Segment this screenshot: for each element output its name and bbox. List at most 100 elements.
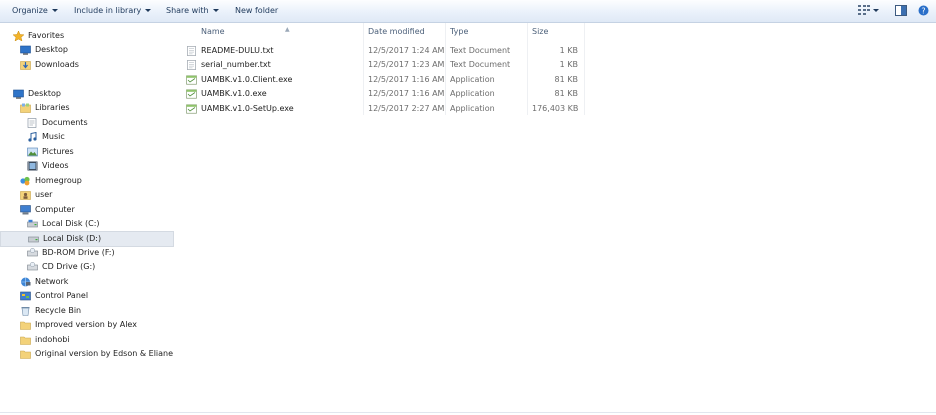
- nav-item-local-disk-d[interactable]: Local Disk (D:): [0, 231, 174, 247]
- file-row[interactable]: UAMBK.v1.0.exe 12/5/2017 1:16 AM Applicati…: [180, 87, 586, 101]
- network-icon: [21, 277, 31, 287]
- file-size-cell: 81 KB: [554, 75, 578, 84]
- text-file-icon: [187, 46, 196, 56]
- file-size-cell: 81 KB: [554, 89, 578, 98]
- downloads-folder-icon: [20, 61, 31, 70]
- file-name-cell: UAMBK.v1.0-SetUp.exe: [201, 104, 294, 113]
- desktop-icon: [13, 89, 24, 99]
- new-folder-button[interactable]: New folder: [235, 0, 278, 22]
- file-row[interactable]: UAMBK.v1.0-SetUp.exe 12/5/2017 2:27 AM App…: [180, 102, 586, 116]
- include-in-library-label: Include in library: [74, 6, 142, 15]
- libraries-icon: [20, 103, 31, 113]
- homegroup-icon: [20, 176, 30, 186]
- column-header-type[interactable]: Type: [446, 23, 528, 40]
- optical-drive-icon: [27, 248, 38, 257]
- file-type-cell: Application: [450, 75, 495, 84]
- application-icon: [186, 75, 197, 85]
- file-size-cell: 1 KB: [559, 46, 578, 55]
- nav-label: Local Disk (D:): [43, 234, 102, 243]
- file-size-cell: 176,403 KB: [532, 104, 579, 113]
- videos-icon: [27, 161, 38, 171]
- hard-disk-icon: [27, 219, 38, 228]
- svg-text:?: ?: [921, 7, 925, 16]
- column-header-label: Name: [201, 27, 225, 36]
- column-header-label: Date modified: [368, 27, 425, 36]
- nav-label: Homegroup: [35, 176, 82, 185]
- file-list: Name ▲ Date modified Type Size README-DU…: [180, 23, 936, 415]
- hard-disk-icon: [28, 236, 39, 243]
- user-folder-icon: [20, 191, 31, 200]
- chevron-down-icon: [212, 9, 219, 12]
- nav-label: Libraries: [35, 103, 70, 112]
- column-header-size[interactable]: Size: [528, 23, 584, 40]
- chevron-down-icon: [145, 9, 152, 12]
- share-with-button[interactable]: Share with: [166, 0, 219, 22]
- view-options-chevron-icon[interactable]: [873, 9, 879, 12]
- file-size-cell: 1 KB: [559, 60, 578, 69]
- column-header-label: Size: [532, 27, 549, 36]
- organize-button[interactable]: Organize: [12, 0, 58, 22]
- file-date-cell: 12/5/2017 1:16 AM: [368, 75, 445, 84]
- nav-label: BD-ROM Drive (F:): [42, 248, 115, 257]
- file-name-cell: UAMBK.v1.0.Client.exe: [201, 75, 293, 84]
- application-icon: [186, 89, 197, 99]
- sort-ascending-icon: ▲: [285, 26, 290, 33]
- new-folder-label: New folder: [235, 6, 279, 15]
- nav-label: Downloads: [35, 60, 79, 69]
- column-header-label: Type: [450, 27, 469, 36]
- application-icon: [186, 104, 197, 114]
- desktop-icon: [20, 45, 31, 55]
- column-header-name[interactable]: Name ▲: [197, 23, 363, 40]
- nav-label: CD Drive (G:): [42, 262, 96, 271]
- file-type-cell: Text Document: [450, 46, 511, 55]
- documents-icon: [27, 118, 37, 128]
- navigation-pane: Favorites Desktop Downloads Desktop Libr…: [0, 23, 174, 415]
- help-icon[interactable]: ?: [918, 5, 929, 16]
- share-with-label: Share with: [166, 6, 209, 15]
- file-row[interactable]: UAMBK.v1.0.Client.exe 12/5/2017 1:16 AM Ap…: [180, 73, 586, 87]
- pictures-icon: [27, 147, 38, 157]
- folder-icon: [20, 321, 31, 330]
- preview-pane-icon[interactable]: [895, 5, 907, 16]
- file-name-cell: UAMBK.v1.0.exe: [201, 89, 267, 98]
- star-icon: [13, 31, 24, 41]
- folder-icon: [20, 336, 31, 345]
- nav-label: Documents: [42, 118, 88, 127]
- nav-label: Videos: [42, 161, 69, 170]
- nav-label: Desktop: [35, 45, 68, 54]
- file-type-cell: Application: [450, 104, 495, 113]
- file-date-cell: 12/5/2017 2:27 AM: [368, 104, 445, 113]
- column-header-date-modified[interactable]: Date modified: [364, 23, 446, 40]
- file-type-cell: Application: [450, 89, 495, 98]
- file-date-cell: 12/5/2017 1:23 AM: [368, 60, 445, 69]
- include-in-library-button[interactable]: Include in library: [74, 0, 152, 22]
- folder-icon: [20, 350, 31, 359]
- file-name-cell: README-DULU.txt: [201, 46, 274, 55]
- control-panel-icon: [20, 291, 31, 301]
- optical-drive-icon: [27, 262, 38, 271]
- nav-label: indohobi: [35, 335, 70, 344]
- file-name-cell: serial_number.txt: [201, 60, 271, 69]
- file-date-cell: 12/5/2017 1:16 AM: [368, 89, 445, 98]
- chevron-down-icon: [51, 9, 58, 12]
- nav-label: user: [35, 190, 53, 199]
- nav-label: Original version by Edson & Eliane: [35, 349, 174, 358]
- organize-label: Organize: [12, 6, 48, 15]
- nav-label: Improved version by Alex: [35, 320, 137, 329]
- file-row[interactable]: serial_number.txt 12/5/2017 1:23 AM Text D…: [180, 58, 586, 72]
- change-view-icon[interactable]: [858, 5, 870, 15]
- file-date-cell: 12/5/2017 1:24 AM: [368, 46, 445, 55]
- file-type-cell: Text Document: [450, 60, 511, 69]
- nav-label: Computer: [35, 205, 75, 214]
- file-row[interactable]: README-DULU.txt 12/5/2017 1:24 AM Text Doc…: [180, 44, 586, 58]
- nav-label: Pictures: [42, 147, 74, 156]
- computer-icon: [20, 205, 31, 215]
- nav-label: Network: [35, 277, 69, 286]
- text-file-icon: [187, 60, 196, 70]
- nav-label: Music: [42, 132, 65, 141]
- status-divider: [0, 412, 936, 413]
- nav-label: Favorites: [28, 31, 65, 40]
- nav-label: Desktop: [28, 89, 61, 98]
- recycle-bin-icon: [21, 307, 30, 316]
- command-bar: Organize Include in library Share with N…: [0, 0, 936, 23]
